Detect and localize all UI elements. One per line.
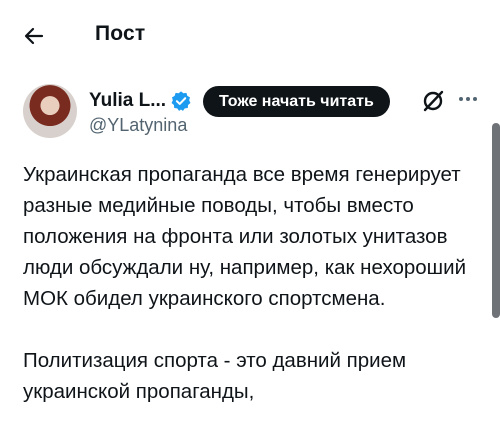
post-text: Украинская пропаганда все время генериру…: [23, 159, 483, 407]
author-display-name[interactable]: Yulia L...: [89, 90, 166, 112]
post-paragraph: Украинская пропаганда все время генериру…: [23, 163, 467, 310]
grok-button[interactable]: [418, 86, 448, 116]
arrow-left-icon: [24, 27, 44, 45]
more-horizontal-icon: [459, 97, 463, 101]
more-horizontal-icon-dot: [473, 97, 477, 101]
back-button[interactable]: [14, 16, 54, 56]
page-title: Пост: [95, 22, 146, 45]
follow-button[interactable]: Тоже начать читать: [203, 86, 390, 117]
author-handle[interactable]: @YLatynina: [89, 115, 187, 136]
grok-icon: [423, 90, 444, 112]
post-paragraph: Политизация спорта - это давний прием ук…: [23, 349, 407, 403]
avatar[interactable]: [23, 84, 77, 138]
top-bar: Пост: [0, 0, 500, 70]
verified-badge-icon: [171, 91, 191, 111]
scrollbar-thumb[interactable]: [492, 123, 500, 318]
more-options-button[interactable]: [455, 86, 481, 112]
more-horizontal-icon-dot: [466, 97, 470, 101]
